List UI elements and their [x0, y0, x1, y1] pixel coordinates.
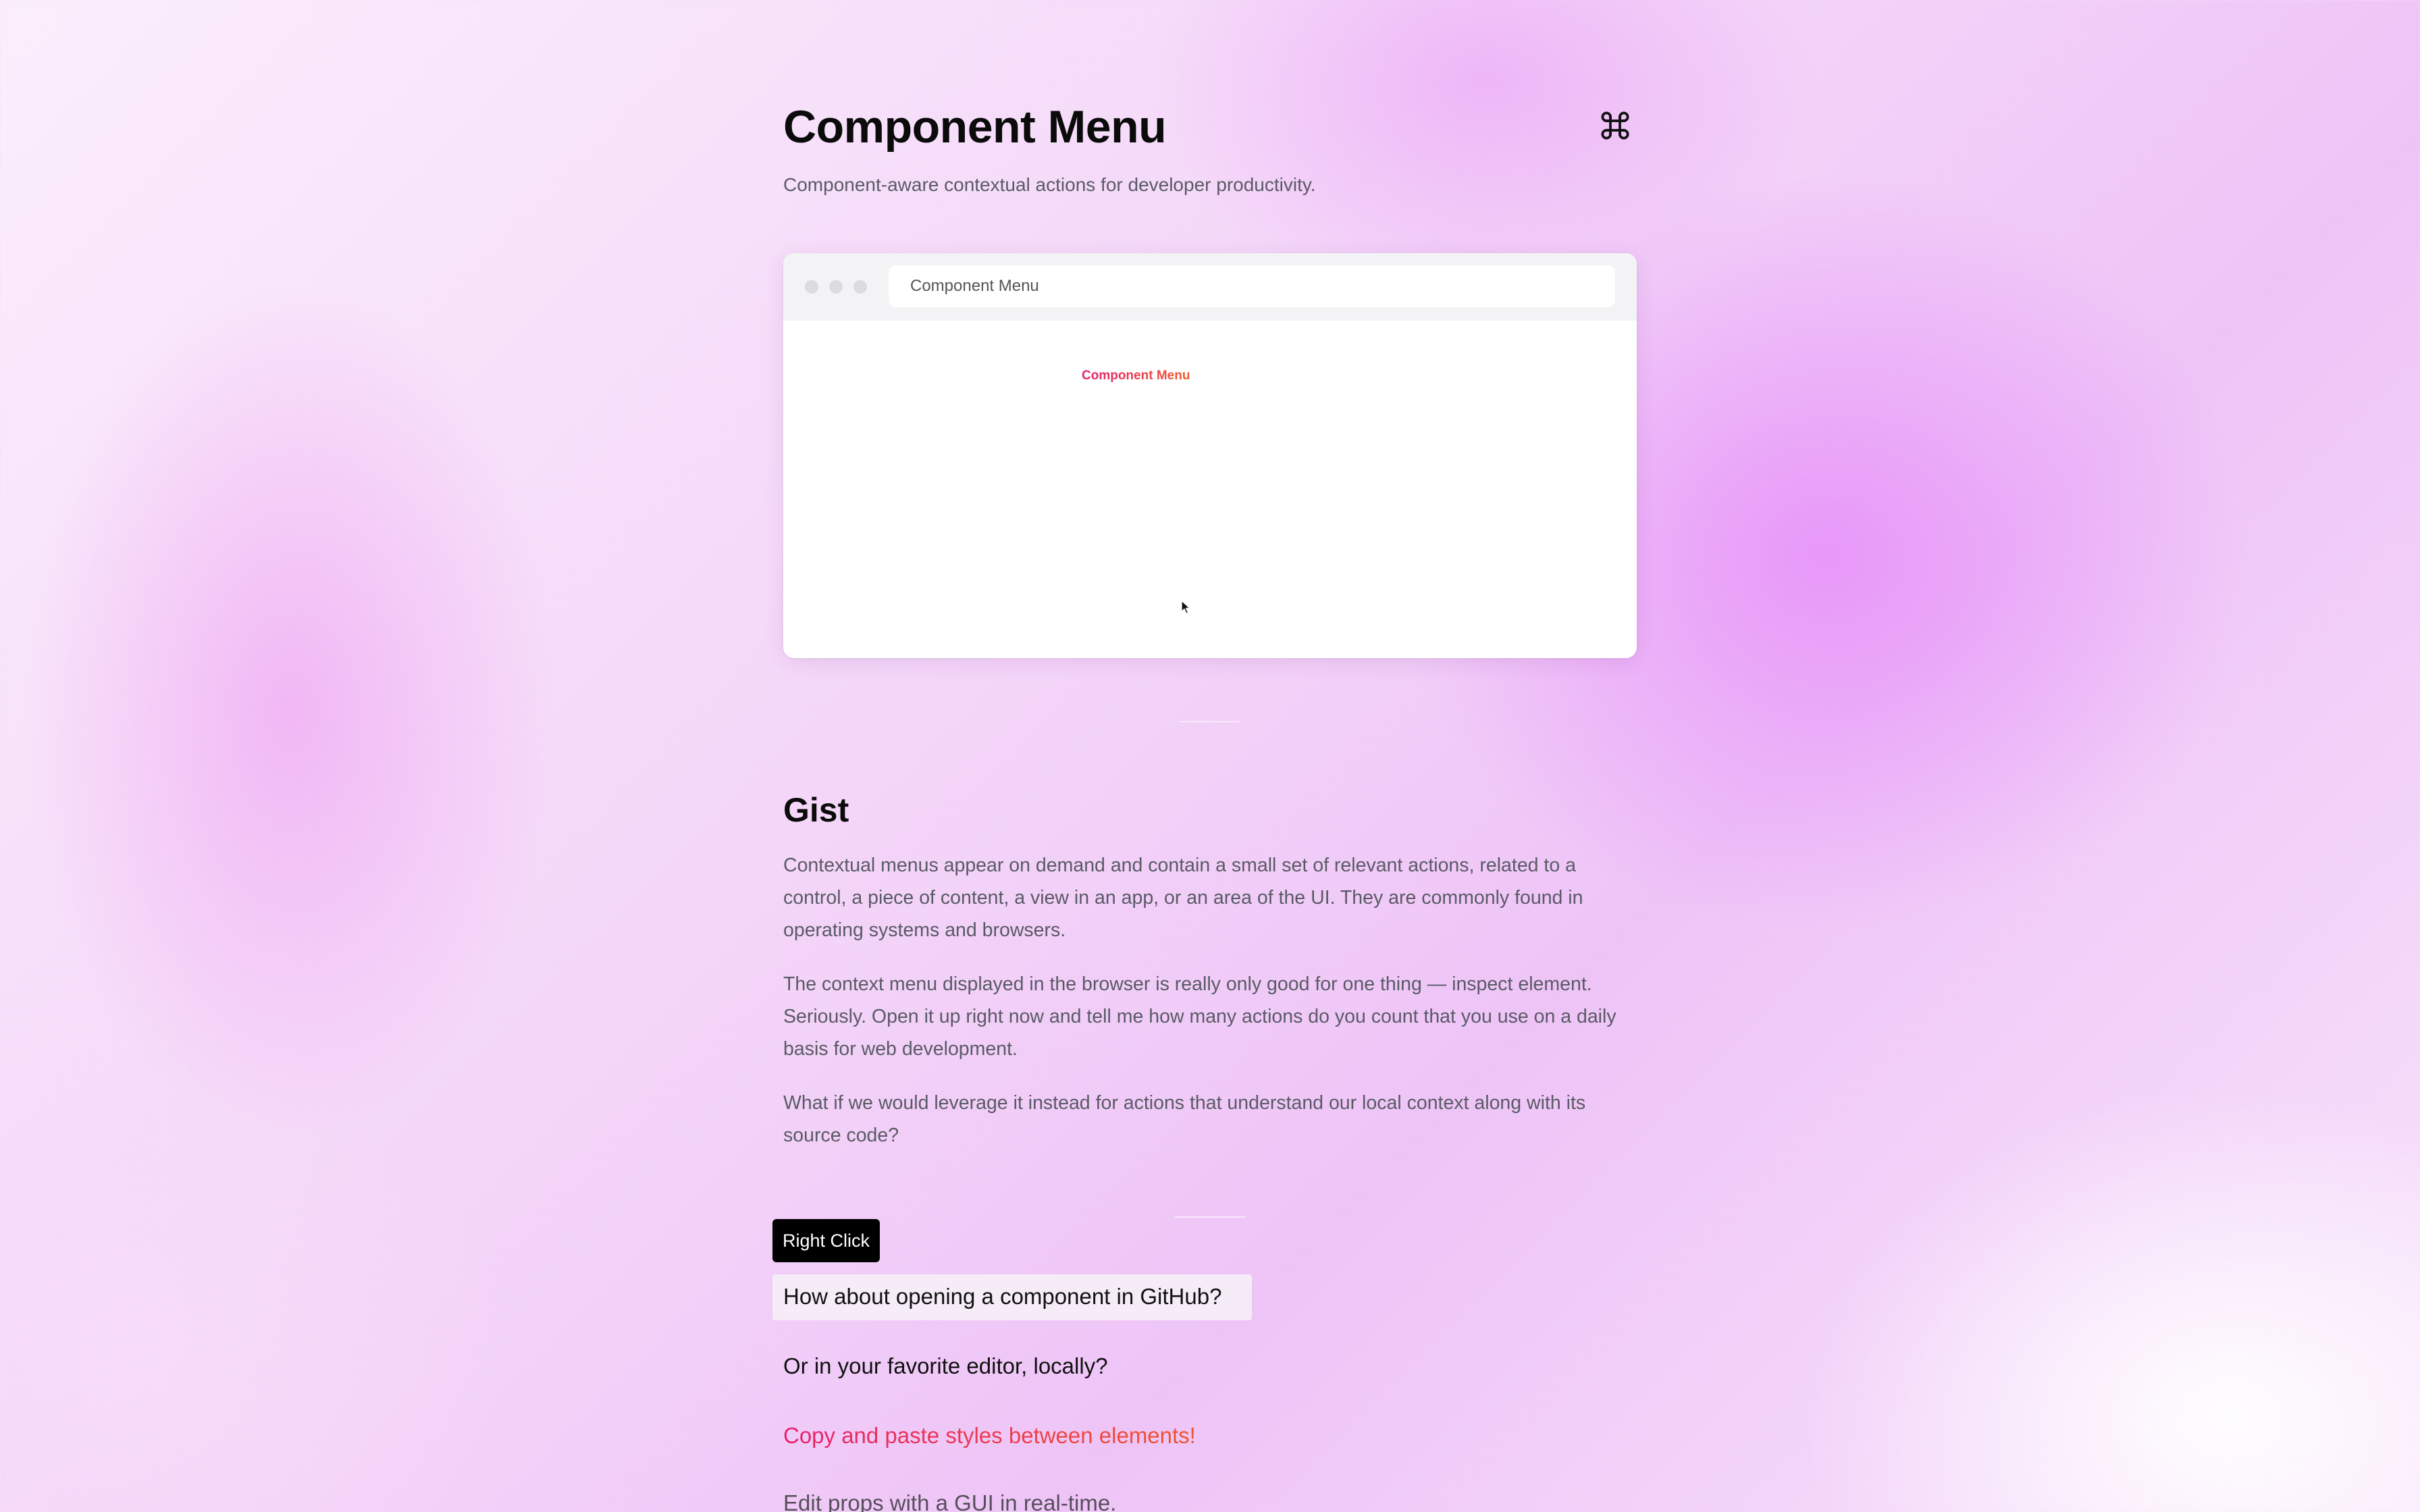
section-divider	[1175, 1216, 1245, 1218]
page-subtitle: Component-aware contextual actions for d…	[783, 174, 1316, 195]
right-click-tag: Right Click	[772, 1219, 880, 1262]
command-key-icon[interactable]	[1596, 107, 1634, 144]
gist-paragraph: The context menu displayed in the browse…	[783, 973, 1616, 1060]
gist-heading: Gist	[783, 791, 849, 829]
mouse-pointer-icon	[1181, 600, 1190, 614]
window-close-dot	[805, 280, 818, 294]
feature-open-in-github[interactable]: How about opening a component in GitHub?	[783, 1282, 1221, 1312]
page-title: Component Menu	[783, 101, 1167, 153]
demo-component-label[interactable]: Component Menu	[1082, 368, 1190, 384]
gist-paragraph: What if we would leverage it instead for…	[783, 1092, 1586, 1146]
window-minimize-dot	[829, 280, 843, 294]
feature-edit-props[interactable]: Edit props with a GUI in real-time.	[783, 1488, 1116, 1512]
browser-address-bar[interactable]: Component Menu	[889, 265, 1615, 307]
feature-open-in-editor[interactable]: Or in your favorite editor, locally?	[783, 1351, 1108, 1381]
demo-browser-window[interactable]: Component Menu Component Menu	[783, 253, 1637, 658]
window-maximize-dot	[853, 280, 867, 294]
feature-copy-paste-styles[interactable]: Copy and paste styles between elements!	[783, 1421, 1196, 1451]
section-divider	[1180, 721, 1240, 722]
browser-toolbar: Component Menu	[783, 253, 1637, 321]
gist-paragraph: Contextual menus appear on demand and co…	[783, 855, 1583, 941]
